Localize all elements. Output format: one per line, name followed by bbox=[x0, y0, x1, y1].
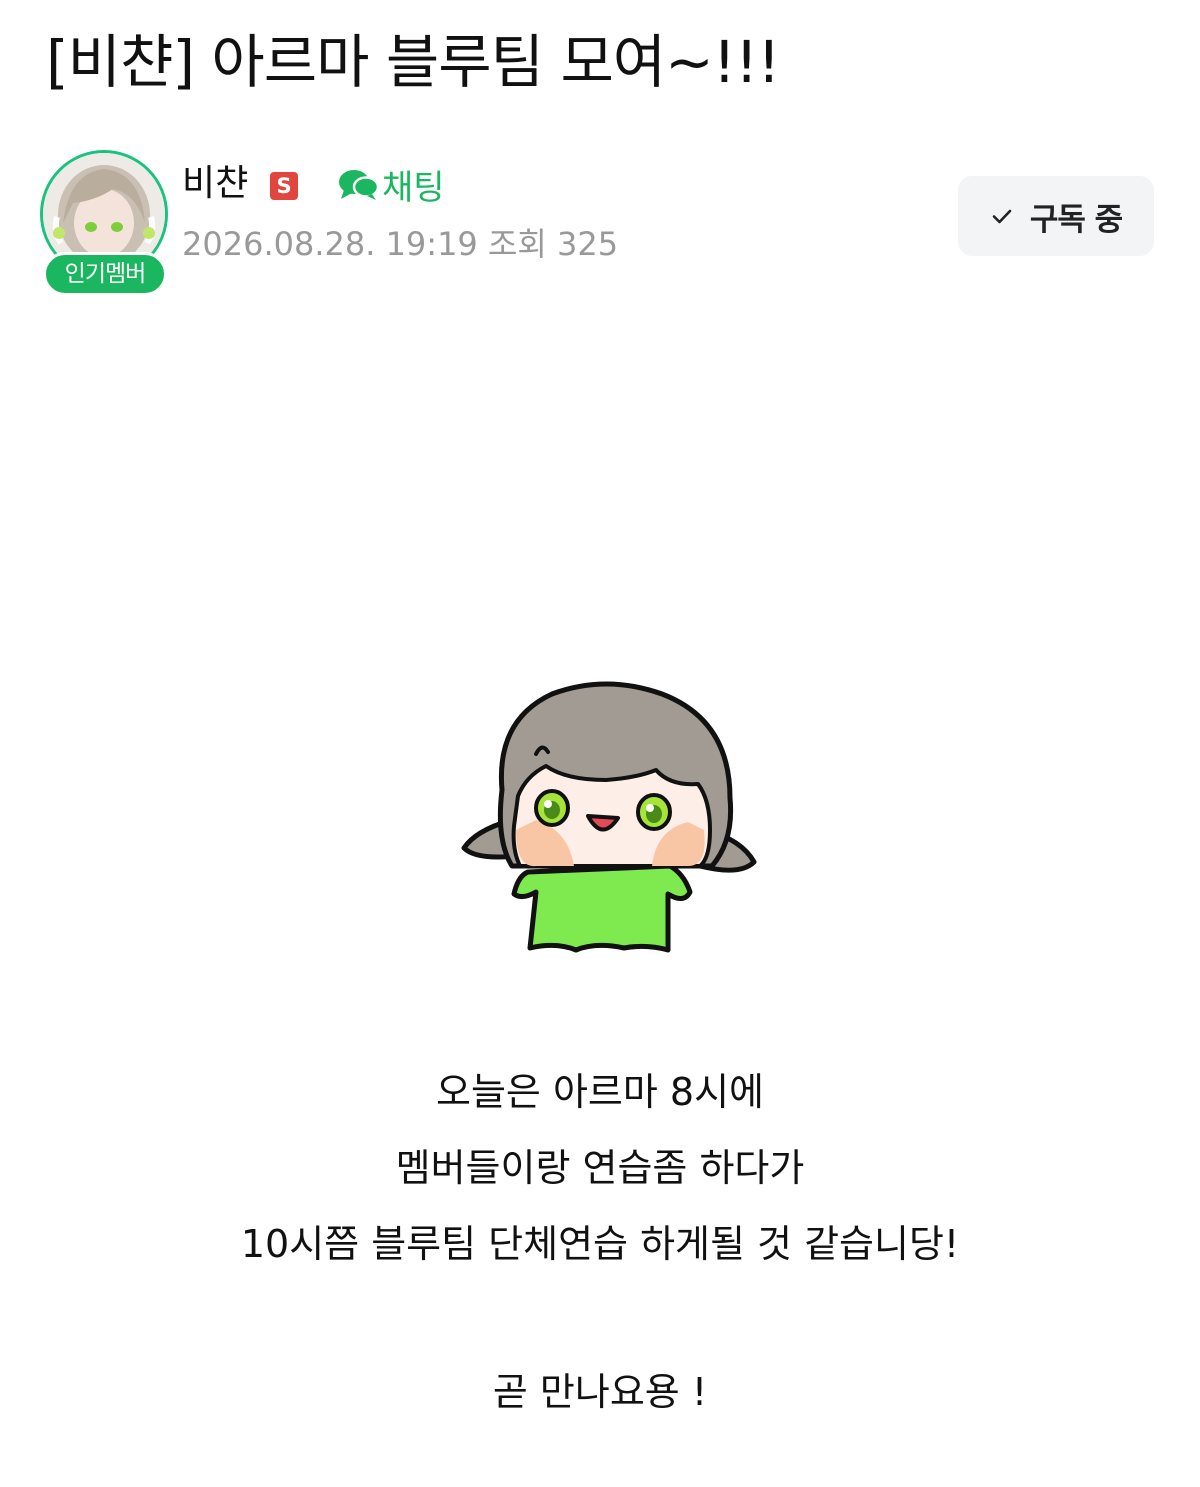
post-meta: 2026.08.28. 19:19 조회 325 bbox=[182, 225, 619, 263]
body-line: 멤버들이랑 연습좀 하다가 bbox=[395, 1146, 805, 1190]
body-line: 곧 만나요용 ! bbox=[492, 1370, 708, 1414]
chat-label: 채팅 bbox=[382, 167, 445, 208]
post-body: 오늘은 아르마 8시에 멤버들이랑 연습좀 하다가 10시쯤 블루팀 단체연습 … bbox=[0, 1054, 1200, 1430]
staff-badge-icon: S bbox=[270, 172, 298, 200]
body-blank-line bbox=[0, 1282, 1200, 1354]
author-avatar-wrap[interactable]: 인기멤버 bbox=[38, 148, 174, 300]
subscribe-label: 구독 중 bbox=[1029, 201, 1123, 238]
speech-bubbles-icon bbox=[339, 170, 380, 200]
chat-button[interactable]: 채팅 bbox=[336, 162, 445, 208]
author-name[interactable]: 비챤 bbox=[182, 162, 248, 206]
girl-sticker-image bbox=[461, 681, 757, 953]
subscribe-button[interactable]: 구독 중 bbox=[958, 176, 1154, 256]
check-icon bbox=[992, 209, 1012, 224]
body-line: 오늘은 아르마 8시에 bbox=[435, 1070, 765, 1114]
body-line: 10시쯤 블루팀 단체연습 하게될 것 같습니당! bbox=[240, 1222, 960, 1266]
post-title: [비챤] 아르마 블루팀 모여~!!! bbox=[46, 28, 781, 96]
popular-member-badge: 인기멤버 bbox=[43, 252, 167, 296]
